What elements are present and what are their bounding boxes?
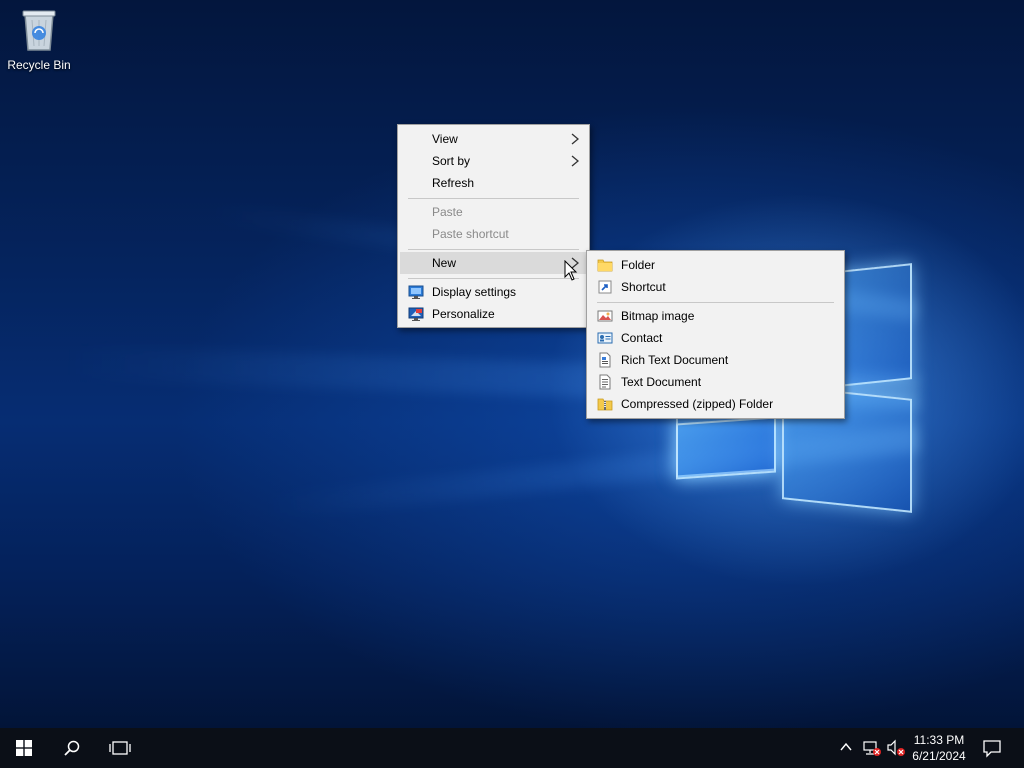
menu-item-label: New <box>432 256 457 270</box>
menu-separator <box>597 302 834 303</box>
chevron-up-icon[interactable] <box>839 740 853 754</box>
menu-item-label: Paste shortcut <box>432 227 509 241</box>
menu-item-sort-by[interactable]: Sort by <box>400 150 587 172</box>
menu-item-label: View <box>432 132 458 146</box>
menu-item-label: Bitmap image <box>621 309 695 323</box>
submenu-item-compressed-folder[interactable]: Compressed (zipped) Folder <box>589 393 842 415</box>
submenu-item-text-document[interactable]: Text Document <box>589 371 842 393</box>
desktop-icon-recycle-bin[interactable]: Recycle Bin <box>4 8 74 72</box>
taskbar: 11:33 PM 6/21/2024 <box>0 728 1024 768</box>
menu-item-label: Rich Text Document <box>621 353 729 367</box>
menu-item-refresh[interactable]: Refresh <box>400 172 587 194</box>
folder-icon <box>597 259 613 272</box>
menu-item-label: Display settings <box>432 285 517 299</box>
desktop-icon-label: Recycle Bin <box>7 58 71 72</box>
wallpaper-light-ray <box>260 425 920 521</box>
menu-item-label: Personalize <box>432 307 495 321</box>
contact-icon <box>597 332 613 344</box>
network-icon[interactable] <box>862 739 882 757</box>
submenu-item-contact[interactable]: Contact <box>589 327 842 349</box>
notifications-icon[interactable] <box>982 738 1002 758</box>
menu-item-label: Sort by <box>432 154 471 168</box>
recycle-bin-icon <box>22 10 56 51</box>
bitmap-image-icon <box>597 310 613 322</box>
menu-separator <box>408 198 579 199</box>
menu-item-personalize[interactable]: Personalize <box>400 303 587 325</box>
menu-item-paste[interactable]: Paste <box>400 201 587 223</box>
submenu-item-shortcut[interactable]: Shortcut <box>589 276 842 298</box>
menu-item-view[interactable]: View <box>400 128 587 150</box>
menu-item-label: Shortcut <box>621 280 666 294</box>
volume-muted-icon[interactable] <box>886 739 906 757</box>
text-document-icon <box>599 374 611 390</box>
desktop-context-menu: View Sort by Refresh Paste Paste shortcu… <box>397 124 590 328</box>
menu-separator <box>408 249 579 250</box>
task-view-icon <box>109 741 131 755</box>
menu-item-label: Compressed (zipped) Folder <box>621 397 774 411</box>
submenu-item-bitmap-image[interactable]: Bitmap image <box>589 305 842 327</box>
submenu-item-folder[interactable]: Folder <box>589 254 842 276</box>
personalize-icon <box>408 307 424 321</box>
submenu-item-rich-text-document[interactable]: Rich Text Document <box>589 349 842 371</box>
chevron-right-icon <box>571 133 579 145</box>
menu-item-new[interactable]: New <box>400 252 587 274</box>
wallpaper-logo-pane <box>676 416 776 480</box>
rich-text-document-icon <box>599 352 611 368</box>
task-view-button[interactable] <box>96 728 144 768</box>
menu-item-label: Folder <box>621 258 656 272</box>
start-button[interactable] <box>0 728 48 768</box>
start-icon <box>16 740 32 756</box>
chevron-right-icon <box>571 257 579 269</box>
clock-date: 6/21/2024 <box>912 749 966 763</box>
menu-item-label: Contact <box>621 331 663 345</box>
taskbar-clock[interactable]: 11:33 PM 6/21/2024 <box>906 732 972 764</box>
menu-item-paste-shortcut[interactable]: Paste shortcut <box>400 223 587 245</box>
desktop[interactable]: Recycle Bin View Sort by Refresh Paste P… <box>0 0 1024 768</box>
shortcut-icon <box>598 280 612 294</box>
search-icon <box>64 740 80 756</box>
chevron-right-icon <box>571 155 579 167</box>
clock-time: 11:33 PM <box>913 733 965 747</box>
menu-item-label: Text Document <box>621 375 702 389</box>
menu-item-display-settings[interactable]: Display settings <box>400 281 587 303</box>
menu-item-label: Paste <box>432 205 463 219</box>
zipped-folder-icon <box>597 398 613 411</box>
menu-separator <box>408 278 579 279</box>
menu-item-label: Refresh <box>432 176 475 190</box>
search-button[interactable] <box>48 728 96 768</box>
new-submenu: Folder Shortcut Bitmap image Contact Ric… <box>586 250 845 419</box>
display-settings-icon <box>408 285 424 299</box>
